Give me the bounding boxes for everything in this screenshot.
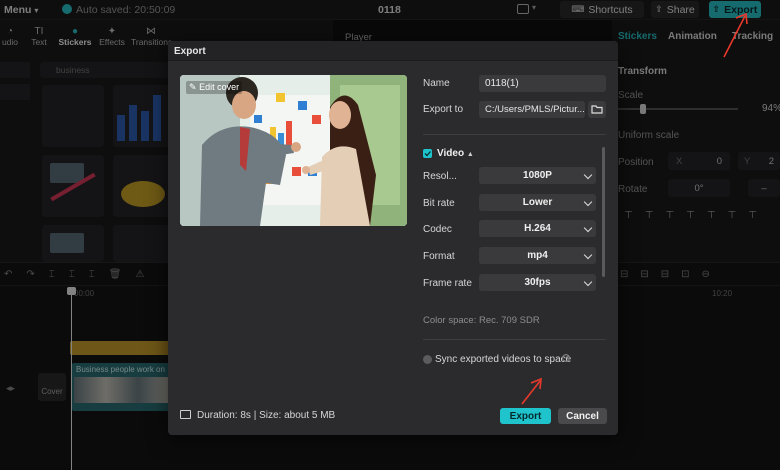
- arrow-to-dialog-export: [521, 377, 542, 405]
- annotation-arrows: [521, 12, 748, 405]
- arrow-to-top-export: [723, 12, 748, 58]
